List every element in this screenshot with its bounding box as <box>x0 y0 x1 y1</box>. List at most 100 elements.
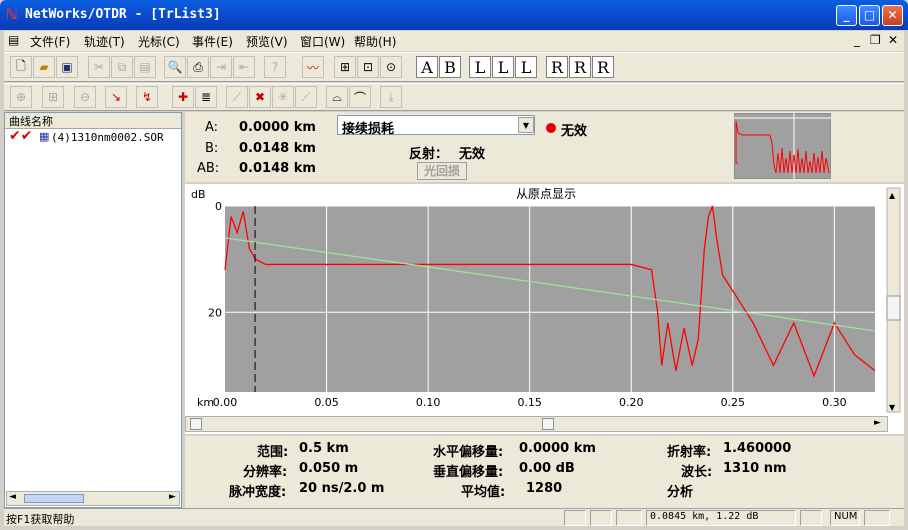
x-tick-label: 0.30 <box>822 396 847 409</box>
trace-down-icon[interactable]: ↘ <box>105 86 127 108</box>
export-icon[interactable]: ⇥ <box>210 56 232 78</box>
left-marker-3-button[interactable]: L <box>515 56 537 78</box>
new-icon[interactable]: 🗋 <box>10 56 32 78</box>
measurement-dropdown-value: 接续损耗 <box>342 122 395 137</box>
slope-icon[interactable]: ⟋ <box>295 86 317 108</box>
open-folder-icon[interactable]: ▰ <box>33 56 55 78</box>
cursor-ab-value: 0.0148 km <box>239 161 316 176</box>
chart-svg[interactable]: dB 从原点显示 km 0.00 0.05 0.10 0.15 0.20 0.25 0.30… <box>185 184 904 434</box>
menu-trace[interactable]: 轨迹(T) <box>84 33 125 50</box>
zoom-fit-icon[interactable]: ⊞ <box>334 56 356 78</box>
cursor-ab-label: AB: <box>197 161 220 176</box>
plot-area <box>225 206 875 392</box>
line-icon[interactable]: ⟋ <box>226 86 248 108</box>
chart-title: 从原点显示 <box>516 187 576 201</box>
menu-event[interactable]: 事件(E) <box>192 33 233 50</box>
chart-hscroll-thumb[interactable] <box>190 418 202 430</box>
window-title: NetWorks/OTDR - [TrList3] <box>25 7 221 22</box>
trace-analysis-icon[interactable]: 〰 <box>302 56 324 78</box>
minimize-button[interactable]: _ <box>836 5 857 26</box>
trace-file-icon: ▦ <box>39 130 50 143</box>
otdr-trace-chart[interactable]: dB 从原点显示 km 0.00 0.05 0.10 0.15 0.20 0.25 0.30… <box>185 184 904 434</box>
menu-window[interactable]: 窗口(W) <box>300 33 345 50</box>
chart-hscroll-thumb-right[interactable] <box>542 418 554 430</box>
trace-step-icon[interactable]: ↯ <box>136 86 158 108</box>
zoom-center-icon[interactable]: ⊡ <box>357 56 379 78</box>
menu-bar: ▤ 文件(F) 轨迹(T) 光标(C) 事件(E) 预览(V) 窗口(W) 帮助… <box>4 31 904 51</box>
mdi-close-button[interactable]: ✕ <box>888 33 898 47</box>
compare-icon[interactable]: ⌒ <box>349 86 371 108</box>
v-offset-label: 垂直偏移量: <box>433 465 504 480</box>
zoom-target-icon[interactable]: ⊙ <box>380 56 402 78</box>
h-offset-value: 0.0000 km <box>519 441 596 456</box>
return-loss-button[interactable]: 光回损 <box>417 162 467 180</box>
menu-preview[interactable]: 预览(V) <box>246 33 288 50</box>
cursor-position-readout: 0.0845 km, 1.22 dB <box>646 510 796 526</box>
scroll-up-arrow-icon[interactable]: ▲ <box>889 191 896 200</box>
toolbar-main: 🗋 ▰ ▣ ✂ ⧉ ▤ 🔍 ⎙ ⇥ ⇤ ? 〰 ⊞ ⊡ ⊙ A B L L L … <box>4 52 904 82</box>
cursor-info-panel: A: 0.0000 km B: 0.0148 km AB: 0.0148 km … <box>185 112 904 182</box>
paste-icon[interactable]: ▤ <box>134 56 156 78</box>
maximize-button[interactable]: □ <box>859 5 880 26</box>
print-icon[interactable]: ⎙ <box>187 56 209 78</box>
mdi-restore-button[interactable]: ❐ <box>870 33 881 47</box>
status-pane-empty-5 <box>864 510 890 526</box>
trace-list-header: 曲线名称 <box>5 113 181 129</box>
chevron-down-icon[interactable]: ▼ <box>518 117 534 133</box>
y-tick-label: 0 <box>215 200 222 213</box>
event-add-icon[interactable]: ✚ <box>172 86 194 108</box>
right-marker-1-button[interactable]: R <box>546 56 568 78</box>
chart-vscroll-thumb[interactable] <box>886 295 901 321</box>
x-tick-label: 0.20 <box>619 396 644 409</box>
scroll-down-arrow-icon[interactable]: ▼ <box>889 403 896 412</box>
copy-icon[interactable]: ⧉ <box>111 56 133 78</box>
cursor-b-button[interactable]: B <box>439 56 461 78</box>
measurement-dropdown[interactable]: 接续损耗 ▼ <box>337 115 535 137</box>
cut-icon[interactable]: ✂ <box>88 56 110 78</box>
x-tick-label: 0.10 <box>416 396 441 409</box>
trace-item[interactable]: ✔✔ ▦ (4)1310nm0002.SOR <box>7 128 179 146</box>
wavelength-value: 1310 nm <box>723 461 787 476</box>
zoom-out-icon[interactable]: ⊖ <box>74 86 96 108</box>
save-icon[interactable]: ▣ <box>56 56 78 78</box>
close-button[interactable]: ✕ <box>882 5 903 26</box>
menu-file[interactable]: 文件(F) <box>30 33 70 50</box>
chart-hscrollbar[interactable]: ► <box>185 416 888 432</box>
y-tick-label: 20 <box>208 306 222 319</box>
analysis-label: 分析 <box>667 485 694 500</box>
scroll-right-arrow-icon[interactable]: ► <box>874 418 881 428</box>
right-marker-3-button[interactable]: R <box>592 56 614 78</box>
trace-overview-thumbnail[interactable] <box>734 113 831 179</box>
status-dot-icon <box>546 123 556 133</box>
v-offset-value: 0.00 dB <box>519 461 575 476</box>
reflect-value: 无效 <box>459 147 486 162</box>
import-icon[interactable]: ⇤ <box>233 56 255 78</box>
wavelength-label: 波长: <box>681 465 713 480</box>
zoom-box-icon[interactable]: ⊞ <box>42 86 64 108</box>
cursor-a-button[interactable]: A <box>416 56 438 78</box>
reset-icon[interactable]: ⤓ <box>380 86 402 108</box>
h-offset-label: 水平偏移量: <box>433 445 504 460</box>
left-marker-2-button[interactable]: L <box>492 56 514 78</box>
splice-icon[interactable]: ✳ <box>272 86 294 108</box>
menu-cursor[interactable]: 光标(C) <box>138 33 180 50</box>
trace-item-label: (4)1310nm0002.SOR <box>51 131 164 144</box>
document-icon: ▤ <box>8 33 20 47</box>
right-marker-2-button[interactable]: R <box>569 56 591 78</box>
event-list-icon[interactable]: ≣ <box>195 86 217 108</box>
print-preview-icon[interactable]: 🔍 <box>164 56 186 78</box>
title-bar: ℕ NetWorks/OTDR - [TrList3] _ □ ✕ <box>0 0 908 30</box>
help-pointer-icon[interactable]: ? <box>264 56 286 78</box>
mdi-minimize-button[interactable]: _ <box>854 33 860 47</box>
menu-help[interactable]: 帮助(H) <box>354 33 396 50</box>
ior-label: 折射率: <box>667 445 712 460</box>
overlay-icon[interactable]: ⌓ <box>326 86 348 108</box>
zoom-in-icon[interactable]: ⊕ <box>10 86 32 108</box>
check-icon: ✔✔ <box>9 128 33 144</box>
range-label: 范围: <box>257 445 289 460</box>
resolution-label: 分辨率: <box>243 465 288 480</box>
delete-event-icon[interactable]: ✖ <box>249 86 271 108</box>
trace-list-hscrollbar[interactable]: ◄ ► <box>6 491 180 506</box>
left-marker-1-button[interactable]: L <box>469 56 491 78</box>
status-bar: 按F1获取帮助 0.0845 km, 1.22 dB NUM <box>4 508 904 526</box>
